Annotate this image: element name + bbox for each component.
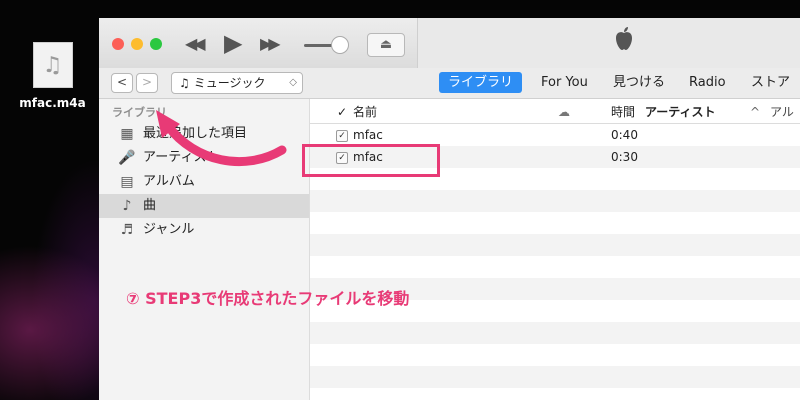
table-row-empty bbox=[310, 256, 800, 278]
close-window-button[interactable] bbox=[112, 38, 124, 50]
table-row-empty bbox=[310, 322, 800, 344]
tab-radio[interactable]: Radio bbox=[680, 72, 735, 93]
airplay-icon: ⏏ bbox=[379, 37, 393, 52]
tab-for-you[interactable]: For You bbox=[532, 72, 597, 93]
row-name: mfac bbox=[353, 128, 383, 142]
titlebar: ◀◀ ▶ ▶▶ ⏏ bbox=[99, 18, 800, 68]
itunes-window: ◀◀ ▶ ▶▶ ⏏ < > ♫ ミュージック ◇ ライブラリ For You 見つ… bbox=[99, 18, 800, 400]
minimize-window-button[interactable] bbox=[131, 38, 143, 50]
microphone-icon: 🎤 bbox=[118, 150, 136, 166]
column-check[interactable]: ✓ bbox=[337, 101, 347, 123]
column-time[interactable]: 時間 bbox=[611, 101, 635, 123]
play-icon[interactable]: ▶ bbox=[224, 29, 242, 57]
column-album[interactable]: アル bbox=[770, 101, 794, 123]
apple-logo-icon bbox=[604, 26, 644, 59]
toolbar: < > ♫ ミュージック ◇ ライブラリ For You 見つける Radio ス… bbox=[99, 68, 800, 99]
table-row-empty bbox=[310, 366, 800, 388]
desktop-file[interactable]: ♫ mfac.m4a bbox=[10, 42, 95, 110]
zoom-window-button[interactable] bbox=[150, 38, 162, 50]
sidebar-item-label: 曲 bbox=[143, 198, 157, 213]
row-checkbox[interactable]: ✓ bbox=[336, 130, 348, 142]
table-row-empty bbox=[310, 234, 800, 256]
fast-forward-icon[interactable]: ▶▶ bbox=[260, 34, 281, 53]
table-row-empty bbox=[310, 344, 800, 366]
cloud-icon[interactable]: ☁ bbox=[558, 101, 570, 123]
highlight-box bbox=[302, 144, 440, 177]
music-note-icon: ♪ bbox=[122, 198, 132, 214]
tab-library[interactable]: ライブラリ bbox=[439, 72, 523, 93]
annotation-arrow bbox=[156, 110, 287, 167]
select-chevron-icon: ◇ bbox=[289, 77, 297, 88]
album-icon: ▤ bbox=[120, 174, 134, 190]
grid-icon: ▦ bbox=[120, 126, 134, 142]
table-row[interactable]: ✓ mfac 0:40 bbox=[310, 124, 800, 146]
airplay-button[interactable]: ⏏ bbox=[367, 33, 405, 57]
back-button[interactable]: < bbox=[111, 73, 133, 93]
column-name[interactable]: 名前 bbox=[353, 101, 377, 123]
music-note-icon: ♫ bbox=[179, 76, 190, 90]
column-artist[interactable]: アーティスト bbox=[645, 101, 716, 123]
sidebar-item-label: ジャンル bbox=[143, 222, 195, 237]
rewind-icon[interactable]: ◀◀ bbox=[185, 34, 206, 53]
tab-browse[interactable]: 見つける bbox=[604, 72, 674, 93]
row-time: 0:40 bbox=[611, 128, 638, 142]
tab-store[interactable]: ストア bbox=[742, 72, 799, 93]
desktop-file-name: mfac.m4a bbox=[19, 96, 86, 110]
media-type-select[interactable]: ♫ ミュージック ◇ bbox=[171, 72, 303, 94]
table-row-empty bbox=[310, 190, 800, 212]
annotation-text: ⑦ STEP3で作成されたファイルを移動 bbox=[126, 289, 410, 308]
row-time: 0:30 bbox=[611, 150, 638, 164]
table-row-empty bbox=[310, 212, 800, 234]
genre-icon: ♬ bbox=[120, 222, 134, 238]
media-type-label: ミュージック bbox=[193, 76, 266, 90]
sidebar-item-songs[interactable]: ♪ 曲 bbox=[99, 194, 309, 218]
table-header: ✓ 名前 ☁ 時間 アーティスト ^ アル bbox=[310, 101, 800, 124]
sort-indicator-icon: ^ bbox=[750, 105, 761, 119]
sidebar-item-genres[interactable]: ♬ ジャンル bbox=[99, 218, 309, 242]
volume-knob[interactable] bbox=[331, 36, 349, 54]
forward-button[interactable]: > bbox=[136, 73, 158, 93]
music-file-icon: ♫ bbox=[32, 42, 73, 88]
